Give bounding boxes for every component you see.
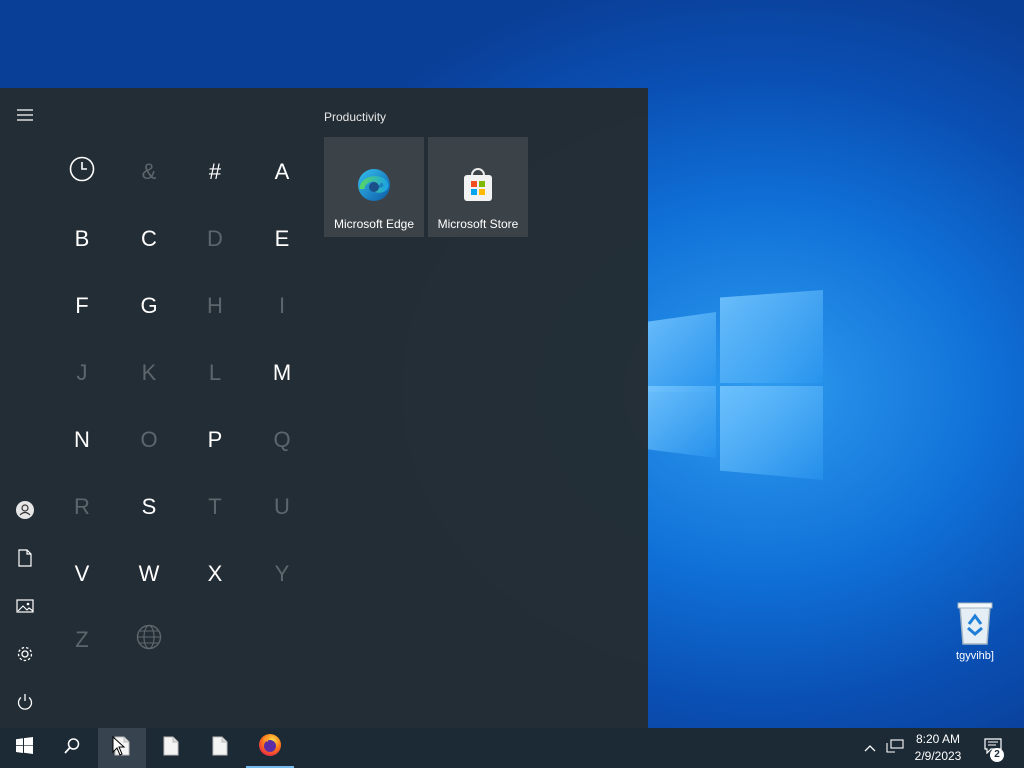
letter-v[interactable]: V — [49, 541, 115, 607]
letter-z: Z — [75, 627, 89, 652]
store-icon — [460, 167, 496, 203]
letter-n[interactable]: N — [49, 407, 115, 473]
start-button[interactable] — [0, 728, 48, 768]
letter-d: D — [207, 226, 223, 251]
start-menu: & # A B C D E F G H I J K L M N O P Q R S T U V W X Y Z Productivit… — [0, 88, 648, 728]
start-icon — [15, 737, 33, 759]
desktop-icon-label: tgyvihb] — [956, 650, 994, 662]
windows-wallpaper-logo — [648, 290, 823, 480]
pictures-button[interactable] — [10, 593, 40, 623]
letter-x[interactable]: X — [182, 541, 248, 607]
globe-icon — [136, 624, 162, 656]
settings-icon — [16, 645, 34, 668]
show-hidden-icons-button[interactable] — [860, 728, 880, 768]
edge-icon — [356, 167, 392, 203]
recycle-bin-icon — [955, 598, 995, 646]
clock-time: 8:20 AM — [915, 732, 961, 746]
taskbar-app-file-2[interactable] — [147, 728, 195, 768]
letter-r: R — [74, 494, 90, 519]
letter-c[interactable]: C — [116, 206, 182, 272]
letter-u: U — [274, 494, 290, 519]
hamburger-icon — [17, 108, 33, 126]
letter-f[interactable]: F — [49, 273, 115, 339]
letter-w[interactable]: W — [116, 541, 182, 607]
file-icon — [212, 736, 228, 761]
tile-group-title: Productivity — [324, 110, 387, 124]
file-icon — [163, 736, 179, 761]
pictures-icon — [16, 598, 34, 618]
letter-globe — [116, 607, 182, 673]
letter-g[interactable]: G — [116, 273, 182, 339]
firefox-icon — [258, 733, 282, 762]
letter-hash[interactable]: # — [182, 139, 248, 205]
documents-button[interactable] — [10, 545, 40, 575]
hamburger-button[interactable] — [10, 102, 40, 132]
letter-b[interactable]: B — [49, 206, 115, 272]
letter-p[interactable]: P — [182, 407, 248, 473]
tile-label: Microsoft Edge — [333, 217, 415, 231]
settings-button[interactable] — [10, 641, 40, 671]
letter-a[interactable]: A — [249, 139, 315, 205]
letter-recent[interactable] — [49, 139, 115, 205]
tile-microsoft-edge[interactable]: Microsoft Edge — [324, 137, 424, 237]
letter-q: Q — [273, 427, 291, 452]
taskbar: 8:20 AM 2/9/2023 — [0, 728, 1024, 768]
power-icon — [16, 693, 34, 716]
letter-ampersand: & — [141, 159, 157, 184]
mouse-cursor — [112, 735, 126, 761]
user-icon — [15, 500, 35, 525]
letter-l: L — [208, 360, 222, 385]
account-button[interactable] — [10, 497, 40, 527]
tile-microsoft-store[interactable]: Microsoft Store — [428, 137, 528, 237]
letter-s[interactable]: S — [116, 474, 182, 540]
letter-h: H — [207, 293, 223, 318]
letter-m[interactable]: M — [249, 340, 315, 406]
desktop-icon-recycle-bin[interactable]: tgyvihb] — [944, 598, 1006, 662]
clock-icon — [69, 156, 95, 188]
letter-i: I — [278, 293, 286, 318]
letter-t: T — [208, 494, 222, 519]
letter-e[interactable]: E — [249, 206, 315, 272]
letter-k: K — [141, 360, 157, 385]
clock-date: 2/9/2023 — [914, 749, 962, 763]
tile-label: Microsoft Store — [437, 217, 519, 231]
letter-j: J — [76, 360, 88, 385]
taskbar-app-firefox[interactable] — [246, 728, 294, 768]
power-button[interactable] — [10, 689, 40, 719]
network-icon — [886, 738, 904, 758]
start-menu-rail — [0, 88, 50, 728]
notification-count-badge: 2 — [990, 748, 1004, 762]
clock[interactable]: 8:20 AM 2/9/2023 — [904, 731, 972, 765]
letter-y: Y — [274, 561, 290, 586]
search-icon — [63, 737, 81, 760]
search-button[interactable] — [48, 728, 96, 768]
chevron-up-icon — [864, 739, 876, 757]
letter-o: O — [140, 427, 158, 452]
taskbar-app-file-3[interactable] — [196, 728, 244, 768]
document-icon — [18, 548, 32, 572]
